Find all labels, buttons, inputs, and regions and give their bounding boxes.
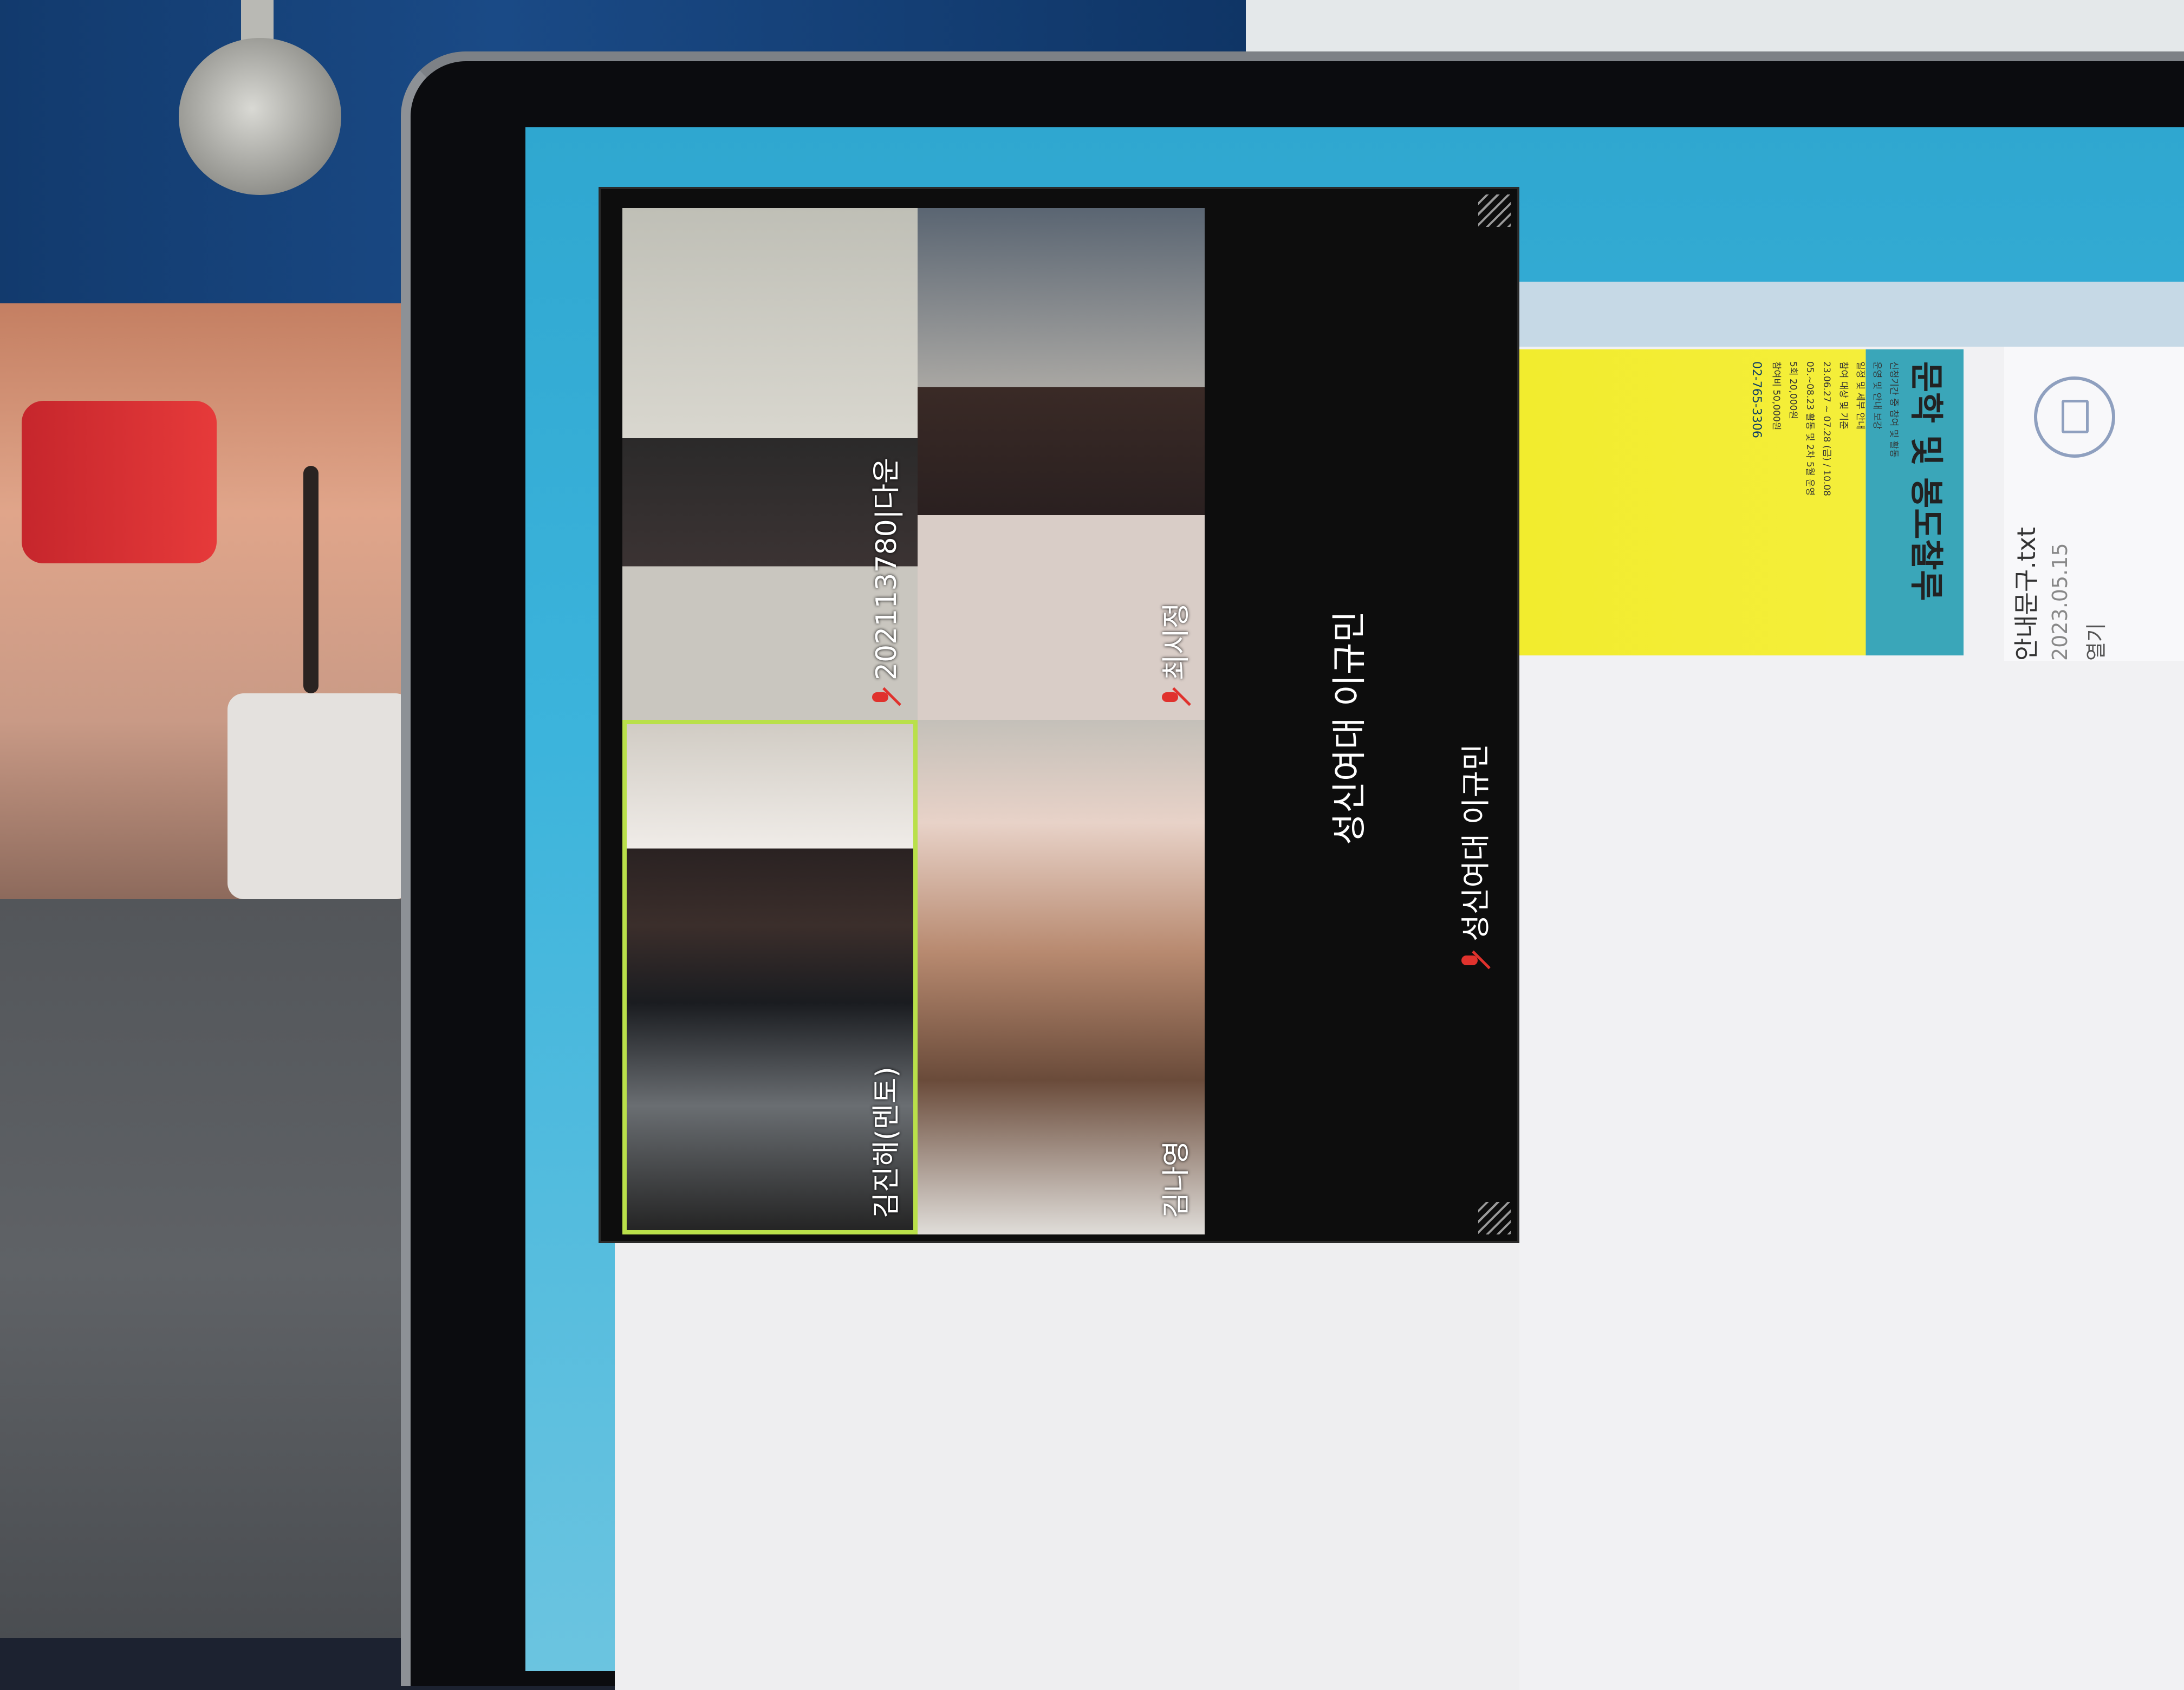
poster-line: 5회 20,000원 [1787,361,1798,419]
file-name[interactable]: 안내문구.txt [2007,347,2043,661]
bag-strap [303,466,318,693]
self-name: 성신여대 이규민 [1459,744,1493,941]
participant-name: 202113780|다운 [870,458,903,680]
red-clothing [22,401,217,563]
poster-line: 05.~08.23 활동 및 2차 5월 운영 [1804,361,1815,496]
mic-muted-icon [872,688,896,706]
poster-image[interactable]: 문학 및 봉도찰루 신청기간 중 참여 및 활동 운영 및 안내 보강 일정 및… [1519,349,1964,655]
poster-line: 참여 대상 및 기준 [1838,361,1849,430]
main-speaker-name: 성신여대 이규민 [1330,610,1370,845]
participant-label: 202113780|다운 [863,458,904,706]
participant-video-tile[interactable]: 202113780|다운 [622,208,918,720]
participant-name: 김진해(멘토) [870,1067,903,1218]
participant-name: 최시정 [1160,602,1193,680]
file-open-link[interactable]: 열기 [2079,347,2109,661]
attachment-info: 안내문구.txt 2023.05.15 열기 [2007,347,2184,661]
white-clothing [227,693,412,899]
participant-label: 김나영 [1153,1140,1194,1218]
video-meeting-window[interactable]: 202113780|다운 최시정 김진해(멘토) 김나영 [599,187,1519,1243]
poster-contact: 02-765-3306 [1750,361,1763,438]
participant-video-tile[interactable]: 김나영 [918,720,1205,1234]
desk-surface [0,899,412,1638]
participant-video-tile-active[interactable]: 김진해(멘토) [622,720,918,1234]
background-ceiling [1246,0,2184,60]
mic-muted-icon [1461,951,1485,970]
mic-muted-icon [1162,688,1186,706]
poster-line: 신청기간 중 참여 및 활동 [1888,361,1899,458]
self-view-label: 성신여대 이규민 [1452,744,1494,970]
door-hook [179,38,341,195]
poster-line: 일정 및 세부 안내 [1855,361,1865,430]
resize-grip-icon[interactable] [1478,1202,1511,1234]
poster-line: 운영 및 안내 보강 [1871,361,1882,430]
resize-grip-icon[interactable] [1478,194,1511,227]
participant-name: 김나영 [1160,1140,1193,1218]
poster-line: 참여비 50,000원 [1771,361,1782,431]
participant-video-tile[interactable]: 최시정 [918,208,1205,720]
participant-label: 김진해(멘토) [863,1067,904,1218]
poster-title: 문학 및 봉도찰루 [1907,361,1946,601]
file-date: 2023.05.15 [2048,543,2072,661]
poster-content: 문학 및 봉도찰루 신청기간 중 참여 및 활동 운영 및 안내 보강 일정 및… [1519,349,1964,655]
poster-line: 23.06.27 ~ 07.28 (금) / 10.08 [1821,361,1832,496]
participant-label: 최시정 [1153,602,1194,706]
browser-toolbar [1519,282,2184,347]
